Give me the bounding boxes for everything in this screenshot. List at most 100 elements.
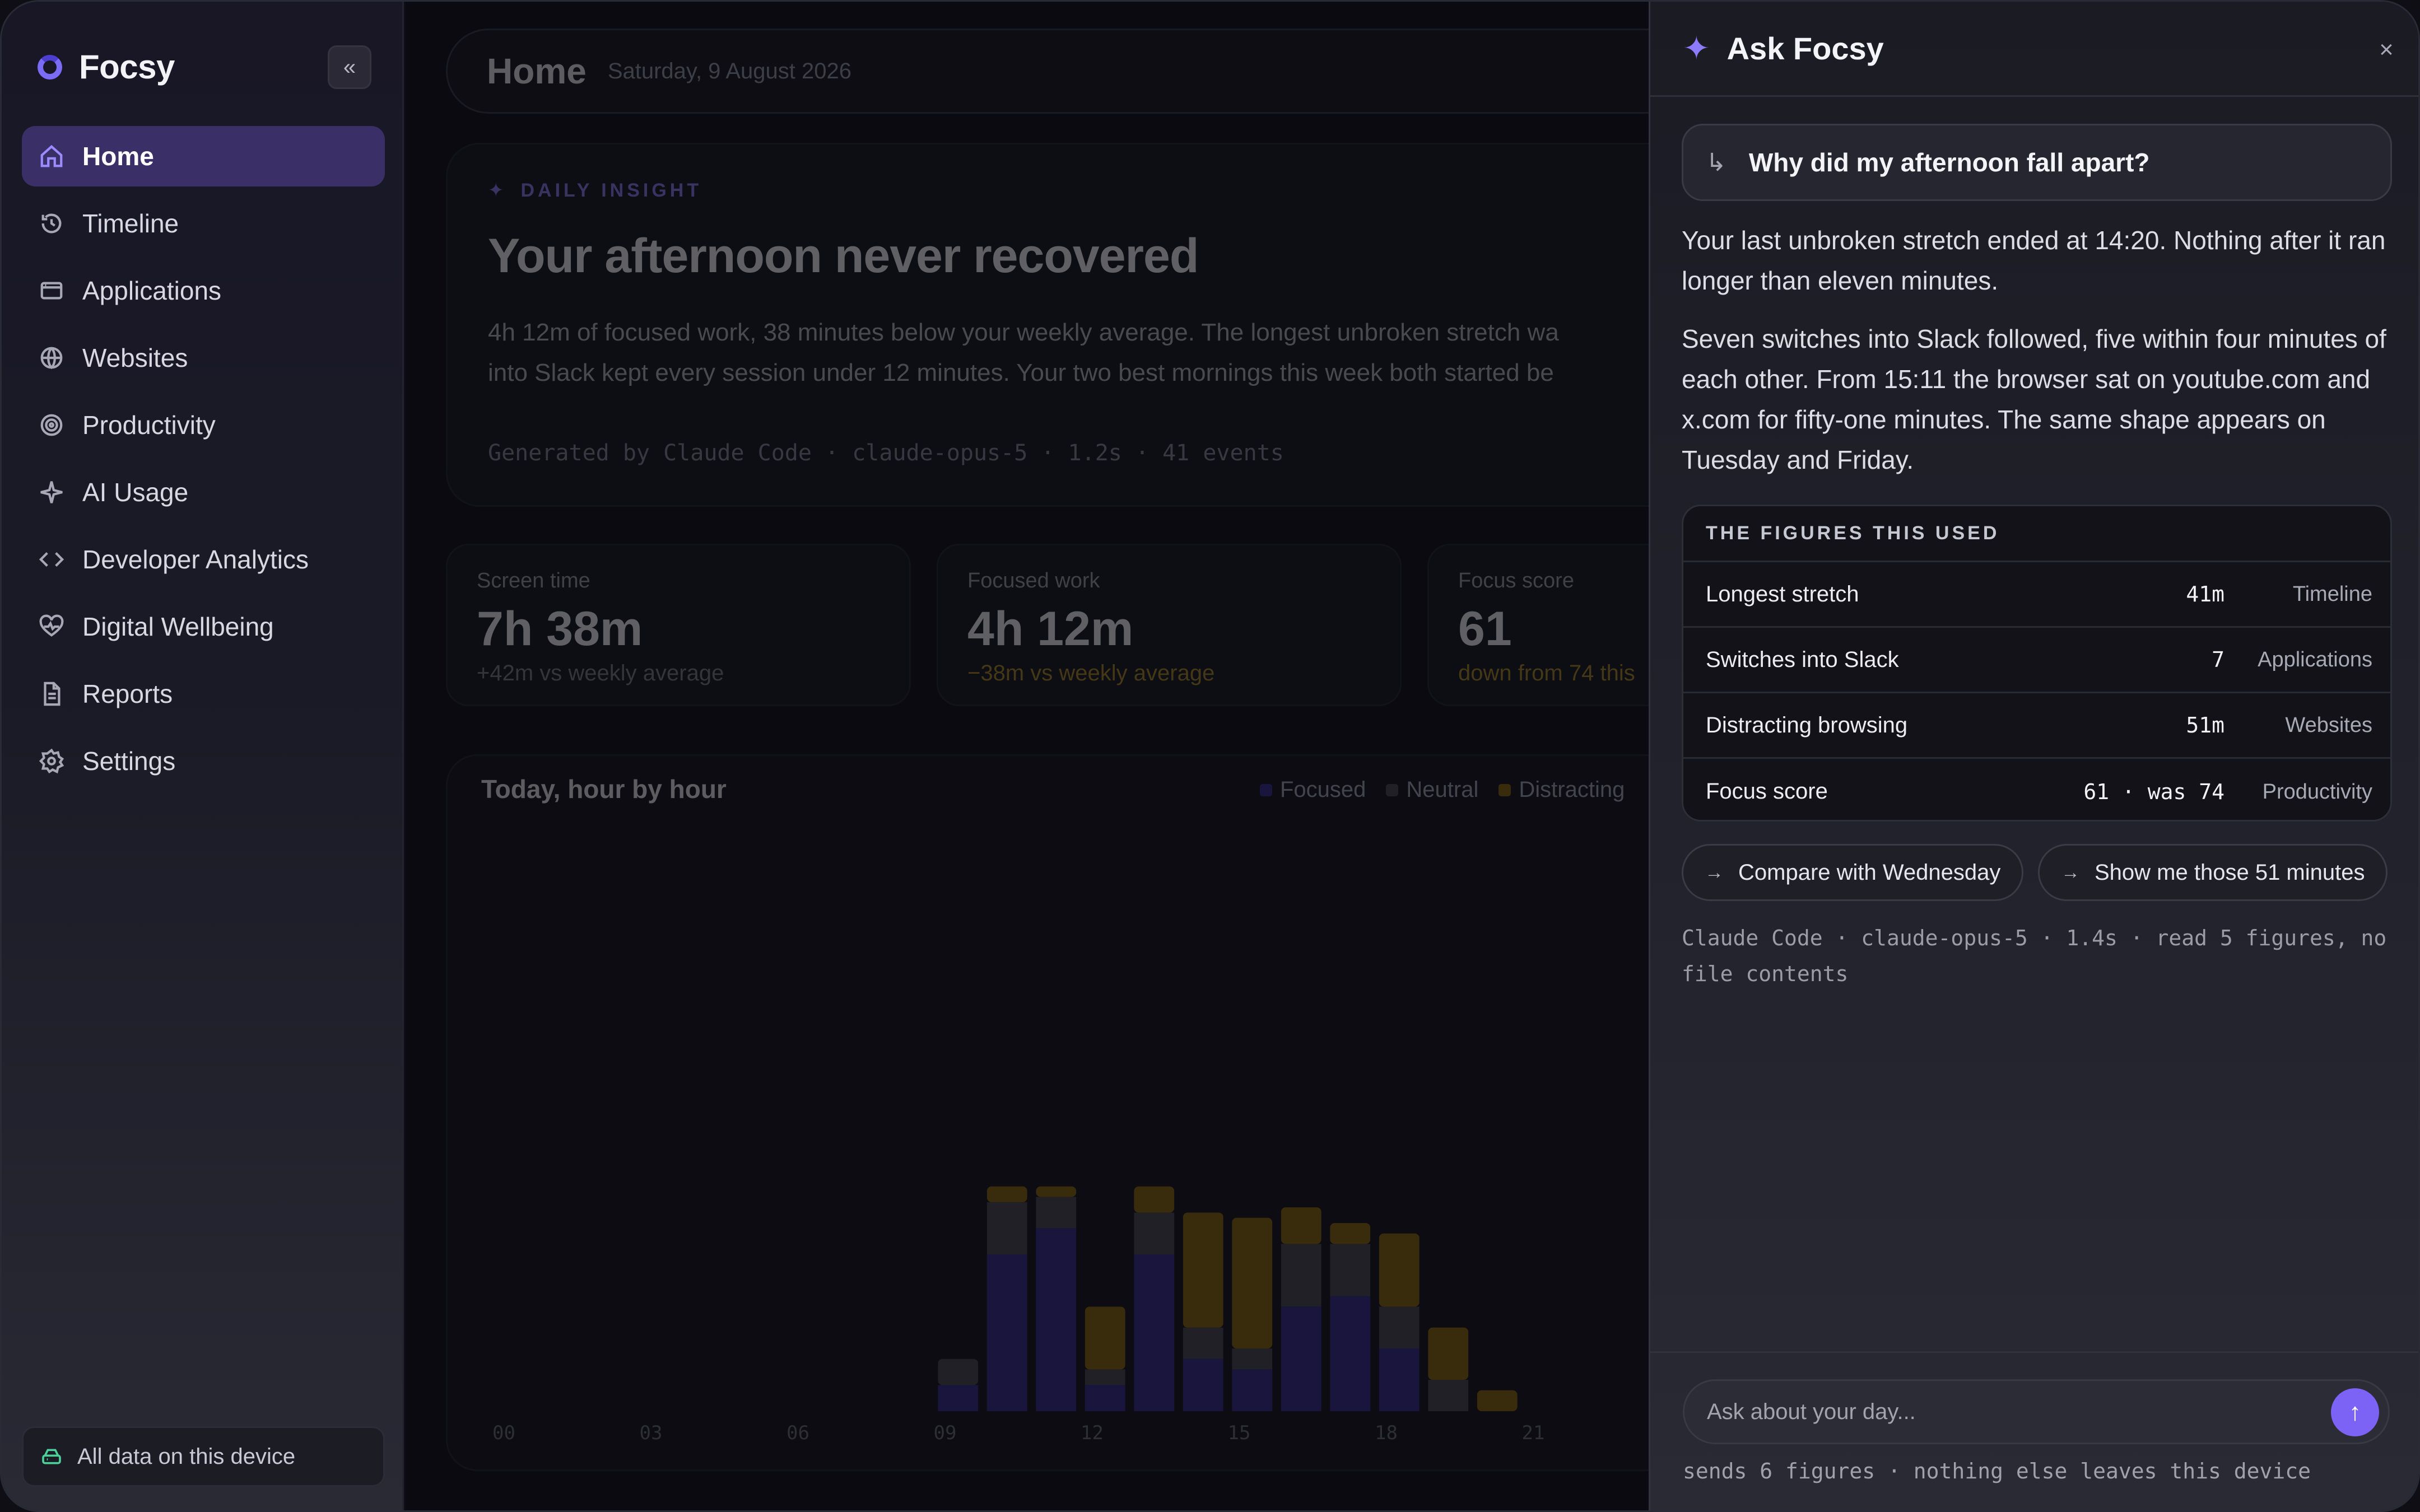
- sidebar-item-ai-usage[interactable]: AI Usage: [22, 462, 385, 522]
- sidebar-item-label: Applications: [82, 276, 222, 305]
- legend-label: Focused: [1280, 777, 1366, 802]
- bar-segment-distracting-10[interactable]: [986, 1186, 1027, 1202]
- device-badge[interactable]: All data on this device: [22, 1426, 385, 1487]
- x-tick-label: 06: [787, 1422, 809, 1444]
- document-icon: [39, 681, 64, 707]
- sidebar-item-reports[interactable]: Reports: [22, 664, 385, 724]
- bar-segment-neutral-19[interactable]: [1428, 1380, 1469, 1411]
- bar-segment-focused-17[interactable]: [1330, 1296, 1371, 1411]
- chevrons-left-icon: «: [343, 54, 356, 80]
- bar-segment-neutral-11[interactable]: [1036, 1197, 1077, 1229]
- bar-segment-focused-09[interactable]: [938, 1385, 979, 1411]
- sidebar-item-websites[interactable]: Websites: [22, 328, 385, 388]
- sidebar-item-digital-wellbeing[interactable]: Digital Wellbeing: [22, 596, 385, 657]
- window-icon: [39, 278, 64, 304]
- sidebar: Focsy « Home Timeline Applications Websi…: [2, 2, 404, 1510]
- figure-row: Longest stretch 41m Timeline: [1683, 562, 2390, 628]
- bar-segment-distracting-12[interactable]: [1085, 1306, 1125, 1370]
- stat-delta: down from 74 this: [1458, 661, 1635, 685]
- bar-segment-neutral-12[interactable]: [1085, 1369, 1125, 1385]
- legend-item-distracting: Distracting: [1498, 777, 1625, 802]
- figure-value: 61 · was 74: [2083, 779, 2224, 804]
- insight-kicker-label: DAILY INSIGHT: [520, 179, 702, 201]
- reply-arrow-icon: ↳: [1706, 148, 1726, 176]
- bar-segment-neutral-14[interactable]: [1183, 1327, 1223, 1359]
- daily-insight-card: ✦ DAILY INSIGHT Your afternoon never rec…: [446, 143, 1650, 507]
- stat-label: Focused work: [967, 569, 1100, 592]
- sidebar-item-productivity[interactable]: Productivity: [22, 395, 385, 455]
- insight-body-line: 4h 12m of focused work, 38 minutes below…: [488, 319, 1559, 346]
- figure-source-link[interactable]: Productivity: [2244, 779, 2372, 805]
- page-header: Home Saturday, 9 August 2026: [446, 29, 1650, 114]
- sidebar-item-timeline[interactable]: Timeline: [22, 193, 385, 254]
- bar-segment-distracting-15[interactable]: [1232, 1217, 1273, 1348]
- ask-focsy-panel: ✦ Ask Focsy × ↳ Why did my afternoon fal…: [1649, 2, 2418, 1510]
- bar-segment-neutral-15[interactable]: [1232, 1348, 1273, 1370]
- bar-segment-focused-14[interactable]: [1183, 1359, 1223, 1411]
- hard-drive-icon: [42, 1449, 61, 1464]
- insight-body: 4h 12m of focused work, 38 minutes below…: [488, 312, 1650, 393]
- gear-icon: [39, 748, 64, 774]
- bar-segment-neutral-16[interactable]: [1281, 1244, 1321, 1307]
- bar-segment-distracting-20[interactable]: [1477, 1390, 1518, 1411]
- sidebar-item-label: Home: [82, 142, 154, 171]
- app-window: Focsy « Home Timeline Applications Websi…: [0, 0, 2420, 1512]
- stat-card-focused-work: Focused work 4h 12m −38m vs weekly avera…: [937, 544, 1402, 706]
- bar-segment-focused-18[interactable]: [1379, 1348, 1420, 1411]
- answer-paragraph: Your last unbroken stretch ended at 14:2…: [1682, 226, 2386, 295]
- sidebar-item-home[interactable]: Home: [22, 126, 385, 186]
- bar-segment-neutral-17[interactable]: [1330, 1244, 1371, 1296]
- hourly-chart: 00 03 06 09 12 15 18 21: [492, 1186, 1544, 1444]
- bar-segment-distracting-14[interactable]: [1183, 1212, 1223, 1328]
- legend-label: Distracting: [1519, 777, 1625, 802]
- figure-source-link[interactable]: Applications: [2244, 647, 2372, 673]
- figure-source-link[interactable]: Timeline: [2244, 581, 2372, 607]
- figure-row: Focus score 61 · was 74 Productivity: [1683, 759, 2390, 820]
- bar-segment-focused-12[interactable]: [1085, 1385, 1125, 1411]
- bar-segment-distracting-13[interactable]: [1134, 1186, 1175, 1213]
- bar-segment-distracting-18[interactable]: [1379, 1233, 1420, 1307]
- target-icon: [39, 412, 64, 438]
- chip-label: Show me those 51 minutes: [2095, 860, 2365, 885]
- bar-segment-distracting-16[interactable]: [1281, 1207, 1321, 1244]
- bar-segment-neutral-09[interactable]: [938, 1359, 979, 1385]
- sidebar-item-label: Websites: [82, 343, 188, 372]
- bar-segment-neutral-18[interactable]: [1379, 1306, 1420, 1348]
- brand[interactable]: Focsy: [38, 48, 175, 86]
- bar-segment-distracting-11[interactable]: [1036, 1186, 1077, 1197]
- bar-segment-focused-16[interactable]: [1281, 1306, 1321, 1411]
- bar-segment-focused-13[interactable]: [1134, 1254, 1175, 1411]
- sidebar-nav: Home Timeline Applications Websites Prod…: [22, 126, 385, 798]
- sparkle-icon: [39, 479, 64, 505]
- page-title: Home: [487, 51, 587, 91]
- stat-label: Focus score: [1458, 569, 1574, 592]
- bar-segment-focused-10[interactable]: [986, 1254, 1027, 1411]
- figure-source-link[interactable]: Websites: [2244, 712, 2372, 738]
- ask-input[interactable]: Ask about your day... ↑: [1683, 1379, 2390, 1444]
- collapse-sidebar-button[interactable]: «: [328, 45, 371, 89]
- bar-segment-distracting-17[interactable]: [1330, 1223, 1371, 1244]
- sidebar-item-settings[interactable]: Settings: [22, 731, 385, 791]
- globe-icon: [39, 345, 64, 371]
- figure-value: 51m: [2186, 713, 2224, 738]
- bar-segment-distracting-19[interactable]: [1428, 1327, 1469, 1380]
- legend-label: Neutral: [1406, 777, 1479, 802]
- show-51-minutes-button[interactable]: → Show me those 51 minutes: [2038, 844, 2388, 901]
- figure-row: Distracting browsing 51m Websites: [1683, 693, 2390, 759]
- bar-segment-neutral-13[interactable]: [1134, 1212, 1175, 1254]
- stat-value: 61: [1458, 602, 1512, 656]
- compare-wednesday-button[interactable]: → Compare with Wednesday: [1682, 844, 2024, 901]
- x-tick-label: 12: [1081, 1422, 1104, 1444]
- sidebar-item-developer-analytics[interactable]: Developer Analytics: [22, 529, 385, 590]
- bar-segment-neutral-10[interactable]: [986, 1202, 1027, 1254]
- bar-segment-focused-11[interactable]: [1036, 1228, 1077, 1411]
- sparkle-icon: ✦: [1683, 30, 1710, 67]
- legend-swatch: [1386, 783, 1399, 796]
- composer-divider: [1650, 1351, 2418, 1353]
- bar-segment-focused-15[interactable]: [1232, 1369, 1273, 1411]
- sidebar-item-applications[interactable]: Applications: [22, 260, 385, 321]
- figure-label: Longest stretch: [1706, 581, 1859, 606]
- figure-value: 7: [2212, 647, 2224, 672]
- send-button[interactable]: ↑: [2331, 1388, 2379, 1436]
- close-icon[interactable]: ×: [2371, 34, 2402, 66]
